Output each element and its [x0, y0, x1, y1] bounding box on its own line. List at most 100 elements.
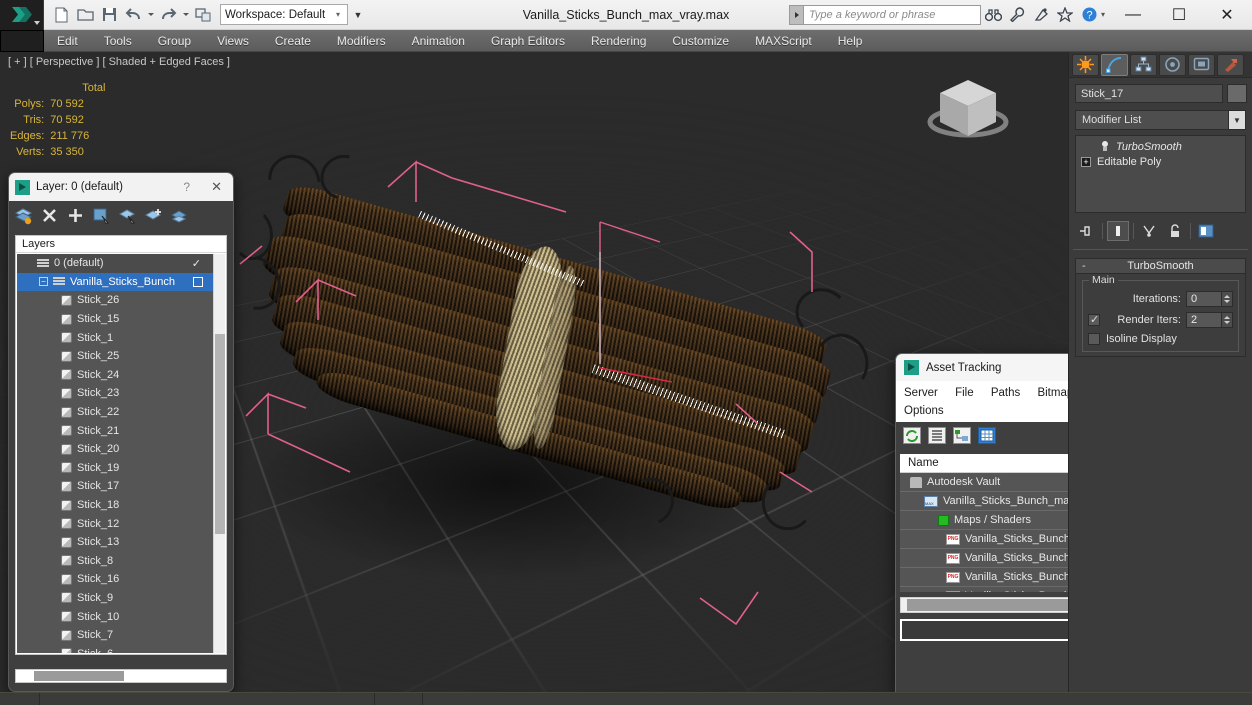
layer-object-row[interactable]: Stick_16 — [17, 570, 213, 589]
menu-item-maxscript[interactable]: MAXScript — [742, 30, 825, 52]
turbosmooth-rollout[interactable]: - TurboSmooth Main Iterations: 0 R — [1075, 258, 1246, 357]
layer-object-row[interactable]: Stick_25 — [17, 347, 213, 366]
window-minimize-button[interactable]: — — [1110, 0, 1156, 30]
remove-modifier-icon[interactable] — [1164, 221, 1186, 241]
layer-object-row[interactable]: Stick_8 — [17, 552, 213, 571]
redo-dropdown-caret-icon[interactable] — [181, 4, 190, 26]
new-file-icon[interactable] — [50, 4, 72, 26]
workspace-dropdown-button[interactable]: ▼ — [350, 4, 366, 25]
render-iters-spinner-arrows[interactable] — [1222, 312, 1233, 328]
select-objects-in-layer-icon[interactable] — [92, 206, 111, 225]
layer-object-row[interactable]: Stick_20 — [17, 440, 213, 459]
window-close-button[interactable]: ✕ — [1202, 0, 1252, 30]
refresh-icon[interactable] — [903, 426, 921, 444]
layer-object-row[interactable]: Stick_15 — [17, 310, 213, 329]
layer-list-vertical-scrollbar[interactable] — [213, 254, 225, 653]
layer-row[interactable]: 0 (default) ✓ — [17, 254, 213, 273]
layer-object-row[interactable]: Stick_24 — [17, 366, 213, 385]
hierarchy-view-icon[interactable] — [953, 426, 971, 444]
stack-item-editable-poly[interactable]: + Editable Poly — [1076, 154, 1245, 169]
help-icon[interactable]: ? — [1077, 0, 1101, 30]
render-iters-field[interactable]: 2 — [1186, 312, 1222, 328]
configure-modifier-sets-icon[interactable] — [1195, 221, 1217, 241]
layer-object-row[interactable]: Stick_22 — [17, 403, 213, 422]
viewport-label[interactable]: [ + ] [ Perspective ] [ Shaded + Edged F… — [8, 56, 230, 68]
menu-item-graph-editors[interactable]: Graph Editors — [478, 30, 578, 52]
pin-stack-icon[interactable] — [1076, 221, 1098, 241]
set-current-layer-icon[interactable] — [170, 206, 189, 225]
asset-menu-paths[interactable]: Paths — [991, 387, 1020, 399]
render-iters-checkbox[interactable] — [1088, 313, 1100, 326]
layer-list-hscroll-thumb[interactable] — [34, 671, 124, 681]
modifier-list-dropdown[interactable]: Modifier List ▼ — [1075, 110, 1246, 130]
application-menu-button[interactable] — [0, 0, 44, 30]
menu-item-customize[interactable]: Customize — [659, 30, 742, 52]
layer-dialog[interactable]: Layer: 0 (default) ? ✕ Layers 0 (default… — [8, 172, 234, 692]
binoculars-icon[interactable] — [981, 0, 1005, 30]
layer-row[interactable]: − Vanilla_Sticks_Bunch — [17, 272, 213, 292]
layer-dialog-close-button[interactable]: ✕ — [204, 179, 229, 195]
iterations-field[interactable]: 0 — [1186, 291, 1222, 307]
select-highlighted-objects-icon[interactable] — [118, 206, 137, 225]
modifier-enable-bulb-icon[interactable] — [1100, 141, 1110, 152]
delete-layer-icon[interactable] — [40, 206, 59, 225]
layer-object-row[interactable]: Stick_26 — [17, 291, 213, 310]
menu-item-animation[interactable]: Animation — [399, 30, 478, 52]
layer-object-row[interactable]: Stick_21 — [17, 421, 213, 440]
rollout-header[interactable]: - TurboSmooth — [1075, 258, 1246, 274]
layer-list-scroll-thumb[interactable] — [215, 334, 225, 534]
layer-dialog-help-button[interactable]: ? — [175, 180, 198, 194]
iterations-spinner[interactable]: 0 — [1186, 291, 1233, 307]
layer-object-row[interactable]: Stick_9 — [17, 589, 213, 608]
layer-list-horizontal-scrollbar[interactable] — [15, 669, 227, 683]
menu-item-modifiers[interactable]: Modifiers — [324, 30, 399, 52]
tab-motion[interactable] — [1159, 53, 1186, 76]
project-folder-icon[interactable] — [192, 4, 214, 26]
asset-menu-server[interactable]: Server — [904, 387, 938, 399]
help-caret-icon[interactable]: ▾ — [1101, 0, 1110, 30]
menu-item-edit[interactable]: Edit — [44, 30, 91, 52]
redo-icon[interactable] — [157, 4, 179, 26]
tab-modify[interactable] — [1101, 53, 1128, 76]
tab-hierarchy[interactable] — [1130, 53, 1157, 76]
layer-list[interactable]: Layers 0 (default) ✓ − Vanilla_Sticks_Bunch… — [15, 235, 227, 655]
list-view-icon[interactable] — [928, 426, 946, 444]
viewcube[interactable] — [922, 66, 1014, 150]
iterations-spinner-arrows[interactable] — [1222, 291, 1233, 307]
layer-object-row[interactable]: Stick_19 — [17, 459, 213, 478]
object-name-field[interactable]: Stick_17 — [1075, 84, 1223, 103]
layer-object-row[interactable]: Stick_13 — [17, 533, 213, 552]
layer-expand-icon[interactable]: − — [39, 277, 48, 287]
menu-item-tools[interactable]: Tools — [91, 30, 145, 52]
add-layer-icon[interactable] — [66, 206, 85, 225]
tab-display[interactable] — [1188, 53, 1215, 76]
show-end-result-icon[interactable] — [1107, 221, 1129, 241]
stack-item-turbosmooth[interactable]: TurboSmooth — [1076, 139, 1245, 154]
layer-object-row[interactable]: Stick_23 — [17, 384, 213, 403]
menu-item-rendering[interactable]: Rendering — [578, 30, 659, 52]
isoline-display-checkbox[interactable] — [1088, 333, 1100, 345]
layer-object-row[interactable]: Stick_17 — [17, 477, 213, 496]
tab-create[interactable] — [1072, 53, 1099, 76]
workspace-selector[interactable]: Workspace: Default ▾ — [220, 4, 348, 25]
tab-utilities[interactable] — [1217, 53, 1244, 76]
layer-object-row[interactable]: Stick_6 — [17, 644, 213, 653]
undo-dropdown-caret-icon[interactable] — [146, 4, 155, 26]
undo-icon[interactable] — [122, 4, 144, 26]
set-current-layer-box[interactable] — [193, 276, 203, 287]
asset-menu-file[interactable]: File — [955, 387, 974, 399]
layer-object-row[interactable]: Stick_1 — [17, 328, 213, 347]
layer-object-row[interactable]: Stick_18 — [17, 496, 213, 515]
layer-rows-container[interactable]: 0 (default) ✓ − Vanilla_Sticks_Bunch Stick_2… — [17, 254, 213, 653]
menu-item-help[interactable]: Help — [825, 30, 876, 52]
star-icon[interactable] — [1053, 0, 1077, 30]
menu-item-views[interactable]: Views — [204, 30, 262, 52]
satellite-icon[interactable] — [1029, 0, 1053, 30]
save-file-icon[interactable] — [98, 4, 120, 26]
add-selection-to-layer-icon[interactable] — [144, 206, 163, 225]
rollout-collapse-icon[interactable]: - — [1082, 260, 1086, 272]
grid-view-icon[interactable] — [978, 426, 996, 444]
window-maximize-button[interactable]: ☐ — [1156, 0, 1202, 30]
current-layer-check-icon[interactable]: ✓ — [192, 257, 201, 270]
menu-item-group[interactable]: Group — [145, 30, 204, 52]
